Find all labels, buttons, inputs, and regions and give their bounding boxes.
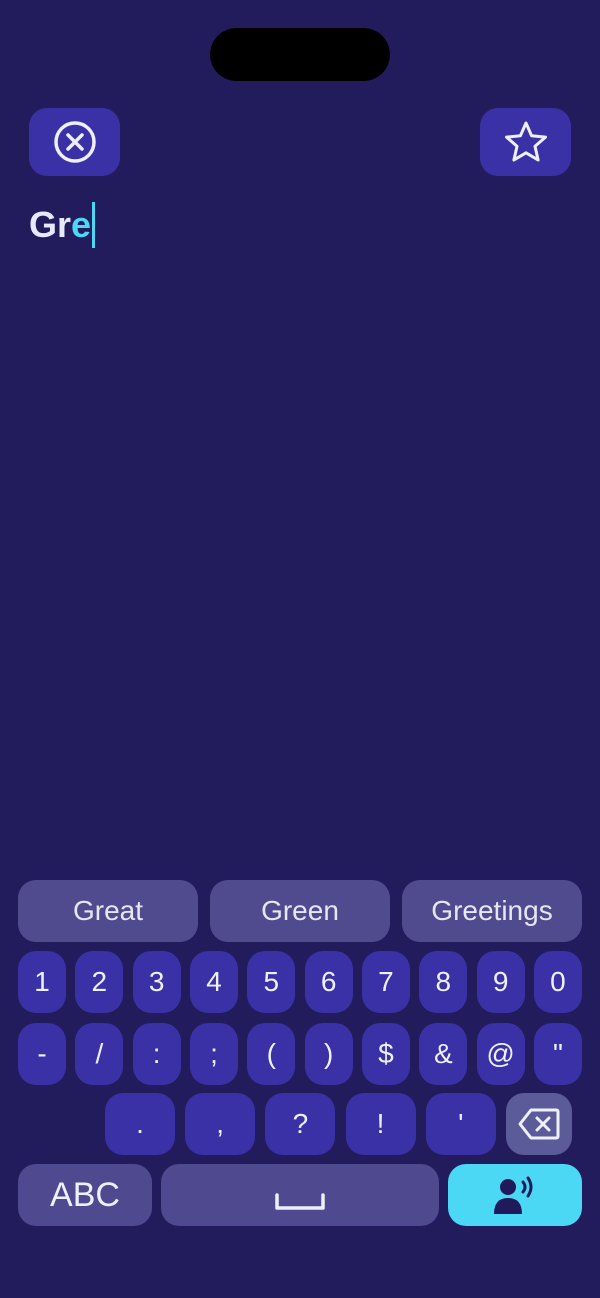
abc-button[interactable]: ABC [18,1164,152,1226]
active-character: e [71,204,92,245]
symbol-row: - / : ; ( ) $ & @ " [18,1023,582,1085]
suggestion-item[interactable]: Green [210,880,390,942]
favorite-button[interactable] [480,108,571,176]
text-input[interactable]: Gr e [29,200,96,250]
suggestion-item[interactable]: Greetings [402,880,582,942]
key-2[interactable]: 2 [75,951,124,1013]
key-at[interactable]: @ [476,1023,525,1085]
number-row: 1 2 3 4 5 6 7 8 9 0 [18,951,582,1013]
key-5[interactable]: 5 [247,951,296,1013]
clear-button[interactable] [29,108,120,176]
space-icon [275,1193,325,1210]
key-hyphen[interactable]: - [18,1023,66,1085]
key-colon[interactable]: : [132,1023,181,1085]
key-quote[interactable]: " [533,1023,582,1085]
key-period[interactable]: . [105,1093,175,1155]
key-4[interactable]: 4 [189,951,238,1013]
space-button[interactable] [161,1164,439,1226]
key-semicolon[interactable]: ; [189,1023,238,1085]
key-open-paren[interactable]: ( [247,1023,296,1085]
text-caret [92,202,96,248]
typed-text: Gr [29,204,72,245]
key-slash[interactable]: / [75,1023,124,1085]
key-3[interactable]: 3 [132,951,181,1013]
key-exclamation[interactable]: ! [345,1093,416,1155]
dynamic-island [210,28,390,81]
key-ampersand[interactable]: & [419,1023,468,1085]
speak-button[interactable] [448,1164,582,1226]
key-8[interactable]: 8 [419,951,468,1013]
key-question[interactable]: ? [265,1093,336,1155]
key-dollar[interactable]: $ [361,1023,410,1085]
key-comma[interactable]: , [185,1093,256,1155]
key-9[interactable]: 9 [476,951,525,1013]
punctuation-row: . , ? ! ' [105,1093,572,1155]
key-7[interactable]: 7 [361,951,410,1013]
key-1[interactable]: 1 [18,951,66,1013]
key-close-paren[interactable]: ) [304,1023,353,1085]
key-apostrophe[interactable]: ' [425,1093,496,1155]
backspace-icon [518,1108,560,1140]
key-0[interactable]: 0 [533,951,582,1013]
speak-person-icon [494,1176,533,1214]
star-icon [504,121,547,162]
key-6[interactable]: 6 [304,951,353,1013]
bottom-row: ABC [18,1164,582,1226]
suggestion-item[interactable]: Great [18,880,198,942]
delete-button[interactable] [505,1093,572,1155]
suggestion-bar: Great Green Greetings [18,880,582,942]
close-circle-icon [53,121,96,163]
